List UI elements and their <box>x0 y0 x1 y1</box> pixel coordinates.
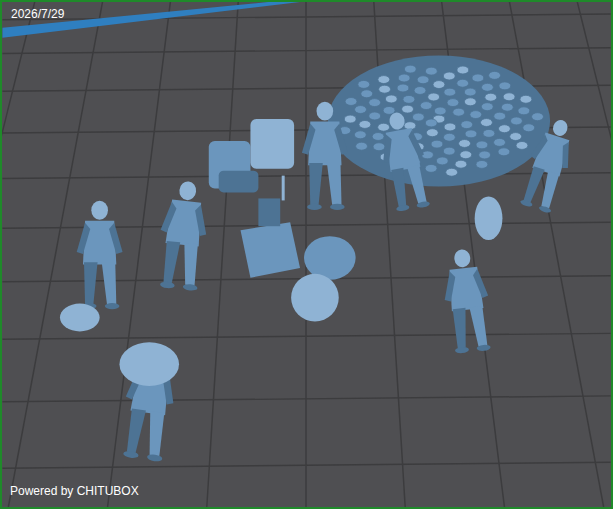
build-plate-grid <box>2 2 611 507</box>
basket[interactable] <box>60 304 100 332</box>
worker-figure[interactable] <box>440 247 494 354</box>
watermark-label: Powered by CHITUBOX <box>10 483 139 499</box>
plate-edge <box>2 2 300 38</box>
worker-figure[interactable] <box>302 102 348 210</box>
worker-figure[interactable] <box>77 201 123 309</box>
date-label: 2026/7/29 <box>11 6 64 22</box>
scene-canvas[interactable] <box>2 2 611 507</box>
chitubox-viewport[interactable]: 2026/7/29 Powered by CHITUBOX <box>0 0 613 509</box>
bags[interactable] <box>291 236 355 321</box>
worker-figure[interactable] <box>515 114 581 214</box>
worker-figure[interactable] <box>155 179 212 292</box>
vegetable-pile[interactable] <box>328 56 550 187</box>
sack-on-shoulder[interactable] <box>119 342 179 386</box>
scale[interactable] <box>241 176 301 278</box>
sacks[interactable] <box>209 119 294 192</box>
worker-figure[interactable] <box>375 109 433 213</box>
sack-overhead[interactable] <box>475 196 503 240</box>
